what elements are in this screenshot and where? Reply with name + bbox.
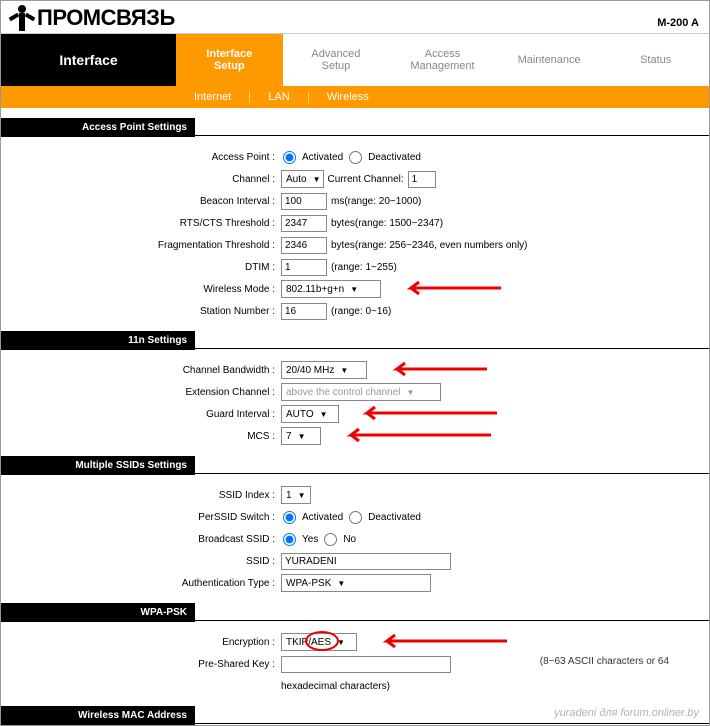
rts-label: RTS/CTS Threshold :	[1, 218, 281, 229]
tab-access-management[interactable]: AccessManagement	[389, 34, 496, 86]
rts-input[interactable]	[281, 215, 327, 232]
current-channel-input[interactable]	[408, 171, 436, 188]
section-wireless-mac: Wireless MAC Address	[1, 706, 195, 725]
section-multiple-ssids: Multiple SSIDs Settings	[1, 456, 195, 475]
channel-label: Channel :	[1, 174, 281, 185]
annotation-circle-icon	[305, 631, 339, 651]
wireless-mode-select[interactable]: 802.11b+g+n▼	[281, 280, 381, 298]
section-access-point: Access Point Settings	[1, 118, 195, 137]
perssid-label: PerSSID Switch :	[1, 512, 281, 523]
perssid-activated-radio[interactable]	[283, 511, 296, 524]
subnav-lan[interactable]: LAN	[250, 91, 308, 103]
auth-type-select[interactable]: WPA-PSK▼	[281, 574, 431, 592]
annotation-arrow-icon	[401, 279, 501, 297]
annotation-arrow-icon	[357, 404, 497, 422]
access-point-deactivated-radio[interactable]	[349, 151, 362, 164]
nav-section-title: Interface	[1, 34, 176, 86]
annotation-arrow-icon	[377, 632, 507, 650]
subnav-wireless[interactable]: Wireless	[309, 91, 387, 103]
annotation-arrow-icon	[341, 426, 491, 444]
mcs-label: MCS :	[1, 431, 281, 442]
psk-hint-2: hexadecimal characters)	[281, 681, 390, 692]
guard-interval-select[interactable]: AUTO▼	[281, 405, 339, 423]
channel-select[interactable]: Auto▼	[281, 170, 324, 188]
ssid-index-label: SSID Index :	[1, 490, 281, 501]
extension-channel-label: Extension Channel :	[1, 387, 281, 398]
mcs-select[interactable]: 7▼	[281, 427, 321, 445]
section-11n: 11n Settings	[1, 331, 195, 350]
psk-hint-1: (8~63 ASCII characters or 64	[540, 656, 669, 667]
station-label: Station Number :	[1, 306, 281, 317]
bandwidth-label: Channel Bandwidth :	[1, 365, 281, 376]
tab-status[interactable]: Status	[602, 34, 709, 86]
brand-logo: ПРОМСВЯЗЬ	[11, 5, 175, 31]
guard-interval-label: Guard Interval :	[1, 409, 281, 420]
dtim-label: DTIM :	[1, 262, 281, 273]
access-point-label: Access Point :	[1, 152, 281, 163]
perssid-deactivated-radio[interactable]	[349, 511, 362, 524]
brand-text: ПРОМСВЯЗЬ	[37, 5, 175, 31]
beacon-input[interactable]	[281, 193, 327, 210]
broadcast-yes-radio[interactable]	[283, 533, 296, 546]
wireless-mode-label: Wireless Mode :	[1, 284, 281, 295]
access-point-activated-radio[interactable]	[283, 151, 296, 164]
station-input[interactable]	[281, 303, 327, 320]
watermark-text: yuradeni для forum.onliner.by	[554, 707, 699, 719]
ssid-index-select[interactable]: 1▼	[281, 486, 311, 504]
section-wpa-psk: WPA-PSK	[1, 603, 195, 622]
psk-input[interactable]	[281, 656, 451, 673]
bandwidth-select[interactable]: 20/40 MHz▼	[281, 361, 367, 379]
subnav-internet[interactable]: Internet	[176, 91, 250, 103]
frag-label: Fragmentation Threshold :	[1, 240, 281, 251]
beacon-label: Beacon Interval :	[1, 196, 281, 207]
model-label: M-200 A	[657, 17, 699, 31]
extension-channel-select[interactable]: above the control channel▼	[281, 383, 441, 401]
ssid-input[interactable]	[281, 553, 451, 570]
ssid-label: SSID :	[1, 556, 281, 567]
broadcast-label: Broadcast SSID :	[1, 534, 281, 545]
broadcast-no-radio[interactable]	[324, 533, 337, 546]
psk-label: Pre-Shared Key :	[1, 659, 281, 670]
tab-maintenance[interactable]: Maintenance	[496, 34, 603, 86]
frag-input[interactable]	[281, 237, 327, 254]
auth-type-label: Authentication Type :	[1, 578, 281, 589]
tab-advanced-setup[interactable]: AdvancedSetup	[283, 34, 390, 86]
dtim-input[interactable]	[281, 259, 327, 276]
annotation-arrow-icon	[387, 360, 487, 378]
tab-interface-setup[interactable]: InterfaceSetup	[176, 34, 283, 86]
encryption-label: Encryption :	[1, 637, 281, 648]
